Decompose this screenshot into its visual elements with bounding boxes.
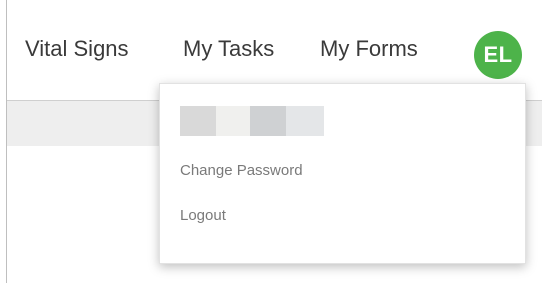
nav-link-my-forms[interactable]: My Forms: [320, 34, 418, 64]
app-frame: Vital Signs My Tasks My Forms EL Change …: [0, 0, 542, 283]
change-password-menu-item[interactable]: Change Password: [180, 161, 303, 181]
logout-menu-item[interactable]: Logout: [180, 206, 226, 226]
nav-link-vital-signs[interactable]: Vital Signs: [25, 34, 129, 64]
redacted-user-name: [180, 106, 324, 136]
nav-link-my-tasks[interactable]: My Tasks: [183, 34, 274, 64]
redacted-block: [250, 106, 286, 136]
redacted-block: [216, 106, 250, 136]
user-menu-dropdown: Change Password Logout: [159, 83, 526, 264]
user-avatar-button[interactable]: EL: [474, 31, 522, 79]
redacted-block: [286, 106, 324, 136]
redacted-block: [180, 106, 216, 136]
